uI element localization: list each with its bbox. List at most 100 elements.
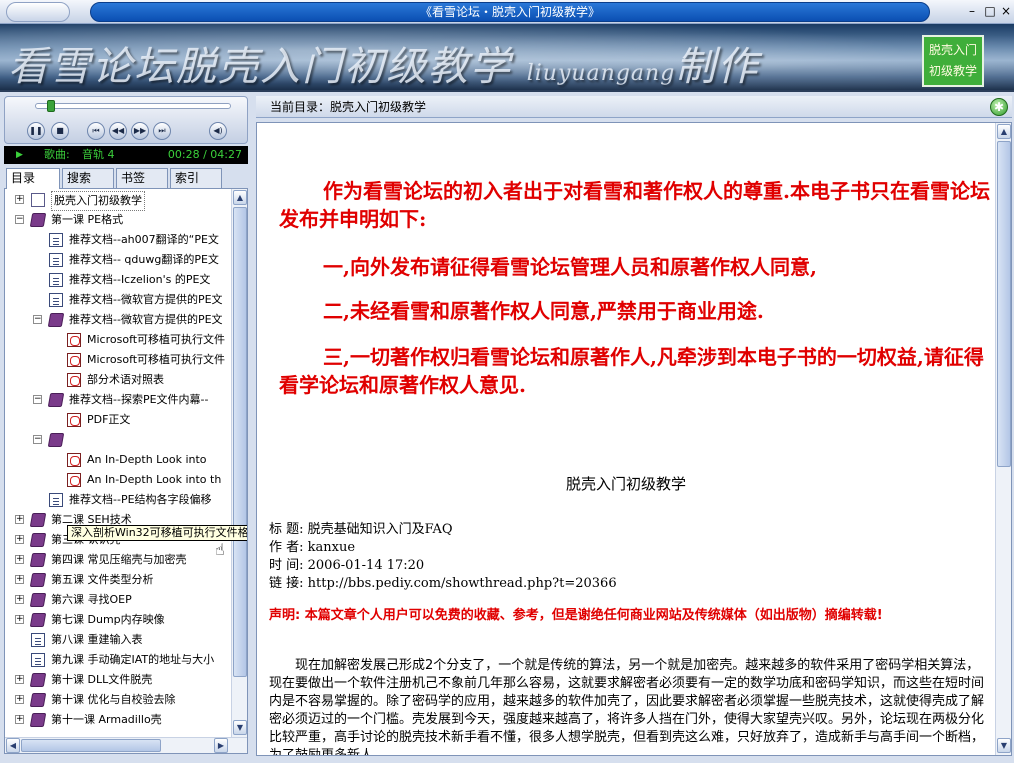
tree-item-label: 第六课 寻找OEP <box>51 593 132 606</box>
tree-item[interactable]: − 推荐文档--探索PE文件内幕-- <box>5 391 229 409</box>
tree-item-label: 推荐文档--微软官方提供的PE文 <box>69 293 223 306</box>
scroll-left-icon[interactable]: ◀ <box>6 738 20 753</box>
tree-item[interactable]: Microsoft可移植可执行文件 <box>5 331 229 349</box>
tree-item[interactable]: + 第四课 常见压缩壳与加密壳 <box>5 551 229 569</box>
meta-link[interactable]: 链 接: http://bbs.pediy.com/showthread.php… <box>269 575 617 593</box>
document-icon <box>31 653 45 667</box>
fast-forward-icon[interactable]: ▶▶ <box>131 122 149 140</box>
tree-item[interactable]: 推荐文档-- qduwg翻译的PE文 <box>5 251 229 269</box>
tree-item[interactable]: 第八课 重建输入表 <box>5 631 229 649</box>
document-icon <box>49 233 63 247</box>
tab-bookmarks[interactable]: 书签 <box>116 168 168 188</box>
tree-vertical-scrollbar[interactable]: ▲ ▼ <box>231 189 247 737</box>
tree-item[interactable]: Microsoft可移植可执行文件 <box>5 351 229 369</box>
tree-item[interactable]: + 第十课 DLL文件脱壳 <box>5 671 229 689</box>
close-panel-icon[interactable]: ✱ <box>990 98 1008 116</box>
seek-track[interactable] <box>35 103 231 109</box>
stop-icon[interactable]: ■ <box>51 122 69 140</box>
close-button[interactable]: × <box>998 3 1014 19</box>
banner-brand: 看雪论坛脱壳入门初级教学 liuyuangang制作 <box>8 34 759 90</box>
left-panel: ❚❚ ■ ⏮ ◀◀ ▶▶ ⏭ ◀) ▶ 歌曲: 音轨 4 00:28 / 04:… <box>4 96 248 756</box>
tree-item[interactable]: 推荐文档--PE结构各字段偏移 <box>5 491 229 509</box>
minimize-button[interactable]: – <box>964 3 980 19</box>
book-icon <box>29 573 47 587</box>
app-menu-orb[interactable] <box>6 2 70 22</box>
tree-item-label: 第七课 Dump内存映像 <box>51 613 165 626</box>
meta-time: 时 间: 2006-01-14 17:20 <box>269 558 425 573</box>
tree-scroll-thumb[interactable] <box>233 207 247 677</box>
seek-thumb[interactable] <box>46 100 55 112</box>
notice-item-2: 二,未经看雪和原著作权人同意,严禁用于商业用途. <box>323 299 764 323</box>
content-scroll-down-icon[interactable]: ▼ <box>997 738 1011 753</box>
tree-item-label: 第十课 优化与自校验去除 <box>51 693 176 706</box>
tree-item-label: 推荐文档--ah007翻译的“PE文 <box>69 233 219 246</box>
skip-end-icon[interactable]: ⏭ <box>153 122 171 140</box>
book-icon <box>29 673 47 687</box>
song-title: 音轨 4 <box>82 148 115 161</box>
expand-icon[interactable]: + <box>15 515 24 524</box>
tab-contents[interactable]: 目录 <box>6 168 60 189</box>
scroll-right-icon[interactable]: ▶ <box>214 738 228 753</box>
tree-item[interactable]: An In-Depth Look into <box>5 451 229 469</box>
tree-item[interactable]: 推荐文档--Iczelion's 的PE文 <box>5 271 229 289</box>
tree-item[interactable]: 部分术语对照表 <box>5 371 229 389</box>
expand-icon[interactable]: + <box>15 535 24 544</box>
tree-item[interactable]: An In-Depth Look into th <box>5 471 229 489</box>
document-icon <box>49 253 63 267</box>
tree-horizontal-scrollbar[interactable]: ◀ ▶ <box>5 737 247 753</box>
expand-icon[interactable]: + <box>15 615 24 624</box>
pdf-icon <box>67 453 81 467</box>
tree-item[interactable]: 第九课 手动确定IAT的地址与大小 <box>5 651 229 669</box>
expand-icon[interactable]: + <box>15 195 24 204</box>
expand-icon[interactable]: + <box>15 715 24 724</box>
pdf-icon <box>67 413 81 427</box>
volume-icon[interactable]: ◀) <box>209 122 227 140</box>
tab-search[interactable]: 搜索 <box>62 168 114 188</box>
tree-item[interactable]: + 第五课 文件类型分析 <box>5 571 229 589</box>
expand-icon[interactable]: + <box>15 555 24 564</box>
tree-item-label: 推荐文档--探索PE文件内幕-- <box>69 393 209 406</box>
collapse-icon[interactable]: − <box>15 215 24 224</box>
tab-index[interactable]: 索引 <box>170 168 222 188</box>
content-scroll-up-icon[interactable]: ▲ <box>997 124 1011 139</box>
expand-icon[interactable]: + <box>15 675 24 684</box>
collapse-icon[interactable]: − <box>33 435 42 444</box>
scroll-down-icon[interactable]: ▼ <box>233 720 247 735</box>
tree-item[interactable]: 推荐文档--ah007翻译的“PE文 <box>5 231 229 249</box>
tree-item-label: PDF正文 <box>87 413 131 426</box>
tree-item-label: 脱壳入门初级教学 <box>51 191 145 211</box>
tree-item-label: 推荐文档--PE结构各字段偏移 <box>69 493 212 506</box>
tree-item[interactable]: 推荐文档--微软官方提供的PE文 <box>5 291 229 309</box>
book-icon <box>29 533 47 547</box>
collapse-icon[interactable]: − <box>33 315 42 324</box>
skip-start-icon[interactable]: ⏮ <box>87 122 105 140</box>
tree-item[interactable]: + 第六课 寻找OEP <box>5 591 229 609</box>
tree-hscroll-thumb[interactable] <box>21 739 161 752</box>
tree-item[interactable]: + 脱壳入门初级教学 <box>5 191 229 211</box>
tree-item[interactable]: − <box>5 431 229 449</box>
book-icon <box>29 213 47 227</box>
tree-item[interactable]: − 推荐文档--微软官方提供的PE文 <box>5 311 229 329</box>
expand-icon[interactable]: + <box>15 595 24 604</box>
tree-item[interactable]: + 第十课 优化与自校验去除 <box>5 691 229 709</box>
content-view: 作为看雪论坛的初入者出于对看雪和著作权人的尊重.本电子书只在看雪论坛发布并申明如… <box>256 122 1012 756</box>
book-icon <box>29 713 47 727</box>
collapse-icon[interactable]: − <box>33 395 42 404</box>
maximize-button[interactable]: □ <box>982 3 998 19</box>
course-badge: 脱壳入门 初级教学 <box>922 35 984 87</box>
scroll-up-icon[interactable]: ▲ <box>233 190 247 205</box>
pause-icon[interactable]: ❚❚ <box>27 122 45 140</box>
tree-item[interactable]: + 第七课 Dump内存映像 <box>5 611 229 629</box>
expand-icon[interactable]: + <box>15 695 24 704</box>
tree-item[interactable]: − 第一课 PE格式 <box>5 211 229 229</box>
content-vertical-scrollbar[interactable]: ▲ ▼ <box>995 123 1011 755</box>
song-label: 歌曲: <box>44 148 70 161</box>
title-bar[interactable]: 《看雪论坛・脱壳入门初级教学》 – □ × <box>0 0 1014 24</box>
tree-item[interactable]: PDF正文 <box>5 411 229 429</box>
banner-brand-latin: liuyuangang <box>526 61 676 86</box>
expand-icon[interactable]: + <box>15 575 24 584</box>
content-scroll-thumb[interactable] <box>997 141 1011 467</box>
rewind-icon[interactable]: ◀◀ <box>109 122 127 140</box>
document-icon <box>49 493 63 507</box>
tree-item[interactable]: + 第十一课 Armadillo壳 <box>5 711 229 729</box>
